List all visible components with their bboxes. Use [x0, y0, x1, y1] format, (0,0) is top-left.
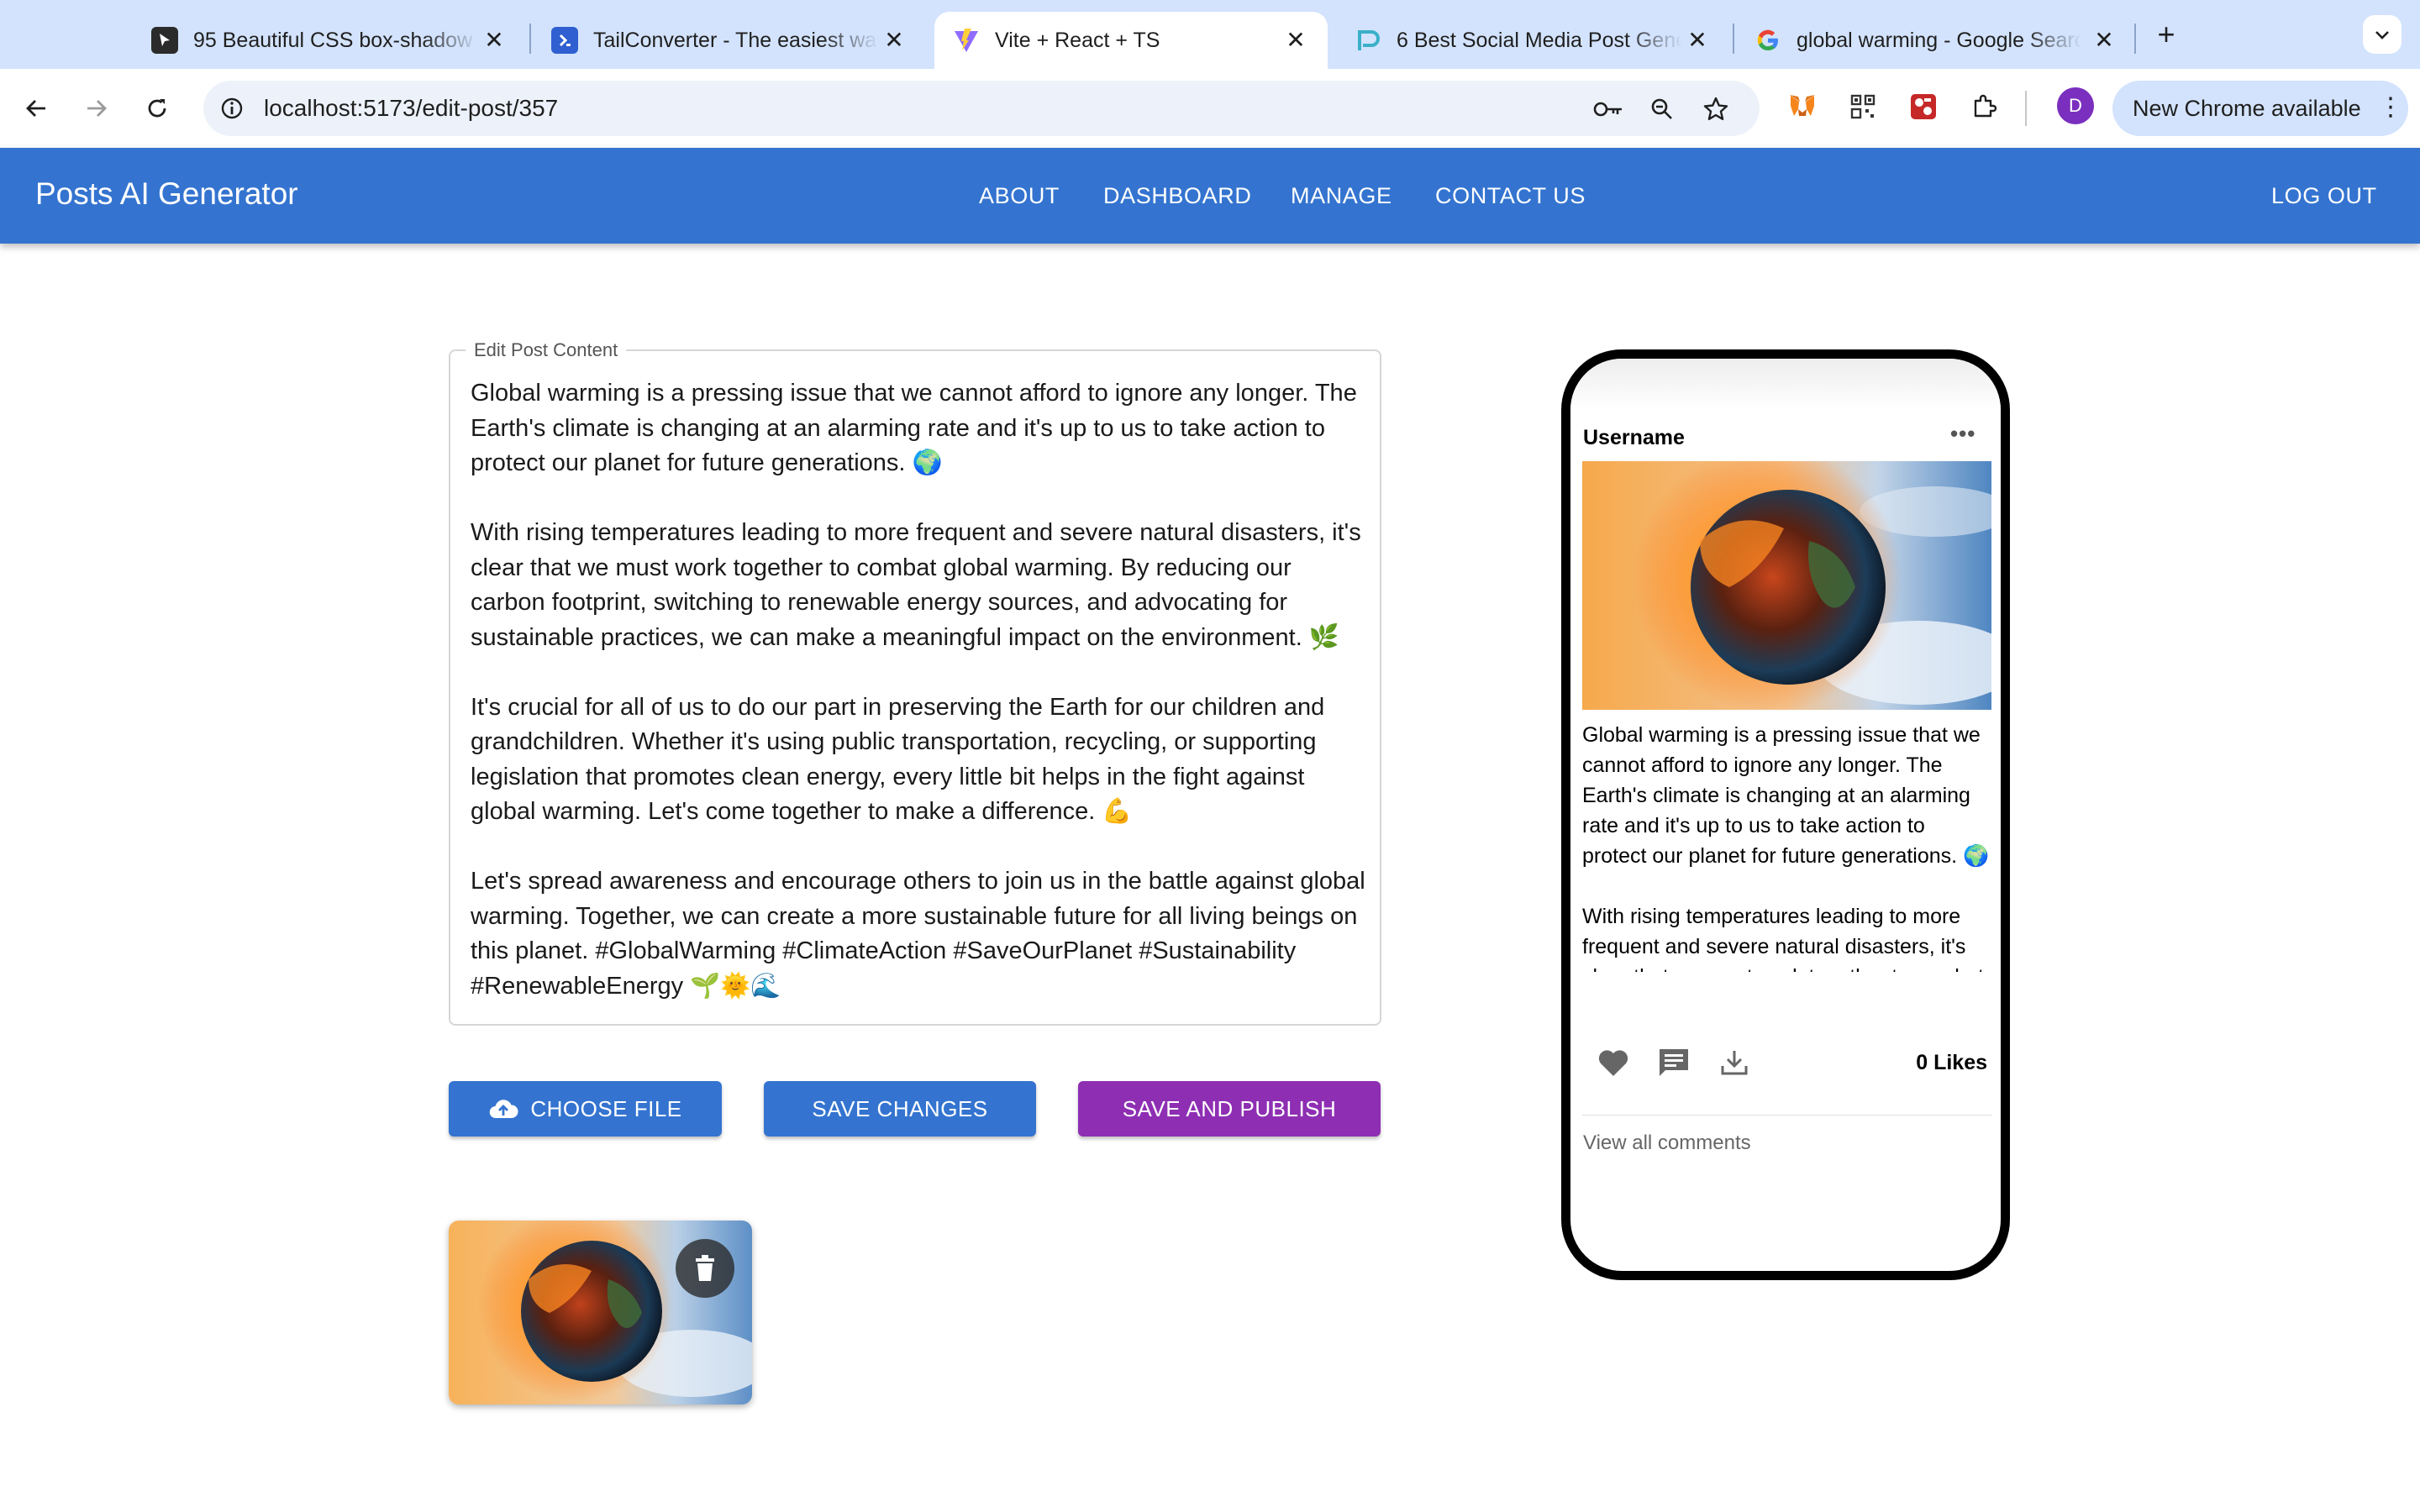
editor-label: Edit Post Content [466, 339, 627, 361]
divider [1582, 1115, 1992, 1116]
browser-tab-5[interactable]: global warming - Google Search ✕ [1736, 12, 2136, 69]
likes-count: 0 Likes [1916, 1051, 1987, 1074]
arrow-left-icon [26, 100, 45, 117]
toolbar-divider [2025, 91, 2027, 126]
site-info-icon[interactable] [215, 92, 249, 125]
post-image [1582, 461, 1991, 710]
new-tab-button[interactable]: + [2148, 17, 2185, 54]
post-content-textarea[interactable]: Global warming is a pressing issue that … [471, 376, 1370, 1039]
tab-title: TailConverter - The easiest way [593, 28, 879, 52]
url-text: localhost:5173/edit-post/357 [264, 95, 559, 121]
post-preview-phone: Username ••• Global warming is a pressin… [1561, 349, 2010, 1280]
tab-title: 6 Best Social Media Post Generators [1397, 28, 1682, 52]
close-tab-icon[interactable]: ✕ [481, 27, 508, 54]
password-key-icon[interactable] [1591, 92, 1625, 126]
browser-tab-2[interactable]: TailConverter - The easiest way ✕ [533, 12, 926, 69]
browser-tab-1[interactable]: 95 Beautiful CSS box-shadow examples ✕ [133, 12, 526, 69]
save-changes-button[interactable]: SAVE CHANGES [764, 1081, 1036, 1137]
nav-log-out[interactable]: LOG OUT [2271, 183, 2377, 209]
like-button[interactable] [1594, 1043, 1633, 1082]
close-tab-icon[interactable]: ✕ [1282, 27, 1309, 54]
qr-code-extension-icon[interactable] [1845, 89, 1881, 124]
browser-tab-strip: 95 Beautiful CSS box-shadow examples ✕ T… [0, 0, 2420, 69]
google-favicon-icon [1754, 27, 1781, 54]
tab-title: global warming - Google Search [1797, 28, 2082, 52]
more-options-icon[interactable]: ••• [1950, 421, 1975, 447]
social-post-favicon-icon [1355, 27, 1381, 54]
tab-separator [2134, 24, 2136, 54]
browser-tab-4[interactable]: 6 Best Social Media Post Generators ✕ [1336, 12, 1729, 69]
address-bar[interactable]: localhost:5173/edit-post/357 [203, 81, 1760, 136]
vite-favicon-icon [953, 27, 980, 54]
tab-separator [1733, 24, 1734, 54]
more-vert-icon: ⋮ [2378, 93, 2403, 121]
bookmark-star-icon[interactable] [1699, 92, 1733, 126]
choose-file-button[interactable]: CHOOSE FILE [449, 1081, 722, 1137]
content-paragraph: With rising temperatures leading to more… [471, 519, 1361, 651]
nav-about[interactable]: ABOUT [979, 183, 1060, 209]
tab-title: 95 Beautiful CSS box-shadow examples [193, 28, 479, 52]
nav-dashboard[interactable]: DASHBOARD [1103, 183, 1251, 209]
new-chrome-available-button[interactable]: New Chrome available ⋮ [2112, 81, 2408, 136]
comment-icon [1660, 1049, 1688, 1076]
box-shadow-favicon-icon [151, 27, 178, 54]
extensions-puzzle-icon[interactable] [1966, 89, 2002, 124]
choose-file-label: CHOOSE FILE [530, 1095, 682, 1121]
tailconverter-favicon-icon [551, 27, 578, 54]
tab-separator [529, 24, 531, 54]
download-button[interactable] [1715, 1043, 1754, 1082]
close-tab-icon[interactable]: ✕ [881, 27, 908, 54]
update-label: New Chrome available [2133, 96, 2361, 121]
arrow-right-icon [87, 100, 107, 117]
comment-button[interactable] [1655, 1043, 1693, 1082]
close-tab-icon[interactable]: ✕ [2091, 27, 2118, 54]
reload-button[interactable] [138, 89, 176, 128]
zoom-icon[interactable] [1645, 92, 1679, 126]
content-paragraph: It's crucial for all of us to do our par… [471, 693, 1325, 826]
post-content-editor[interactable]: Edit Post Content Global warming is a pr… [449, 339, 1381, 1026]
browser-tab-3-active[interactable]: Vite + React + TS ✕ [934, 12, 1328, 69]
post-username: Username [1583, 426, 1685, 449]
uploaded-image-thumbnail [449, 1221, 752, 1404]
app-header: Posts AI Generator ABOUT DASHBOARD MANAG… [0, 148, 2420, 244]
phone-status-area [1570, 359, 2001, 409]
caption-paragraph: Global warming is a pressing issue that … [1582, 723, 1990, 868]
content-paragraph: Global warming is a pressing issue that … [471, 380, 1357, 476]
profile-avatar[interactable]: D [2057, 87, 2094, 124]
metamask-extension-icon[interactable] [1785, 89, 1820, 124]
content-paragraph: Let's spread awareness and encourage oth… [471, 868, 1365, 1000]
heart-icon [1598, 1050, 1628, 1076]
red-puzzle-extension-icon[interactable] [1906, 89, 1941, 124]
post-caption: Global warming is a pressing issue that … [1582, 720, 1994, 972]
chevron-down-icon [2375, 31, 2389, 39]
brand-title[interactable]: Posts AI Generator [35, 176, 298, 212]
caption-paragraph: With rising temperatures leading to more… [1582, 905, 1984, 972]
forward-button[interactable] [77, 89, 116, 128]
tab-title: Vite + React + TS [995, 28, 1160, 52]
nav-contact-us[interactable]: CONTACT US [1435, 183, 1586, 209]
delete-image-button[interactable] [676, 1239, 734, 1298]
close-tab-icon[interactable]: ✕ [1684, 27, 1711, 54]
nav-manage[interactable]: MANAGE [1291, 183, 1392, 209]
reload-icon [148, 99, 166, 118]
burning-earth-image [1582, 461, 1991, 710]
view-all-comments-link[interactable]: View all comments [1583, 1131, 1751, 1155]
back-button[interactable] [17, 89, 55, 128]
trash-icon [696, 1255, 714, 1281]
cloud-upload-icon [488, 1098, 518, 1120]
tab-search-button[interactable] [2363, 15, 2402, 54]
download-icon [1721, 1051, 1748, 1075]
save-and-publish-button[interactable]: SAVE AND PUBLISH [1078, 1081, 1381, 1137]
